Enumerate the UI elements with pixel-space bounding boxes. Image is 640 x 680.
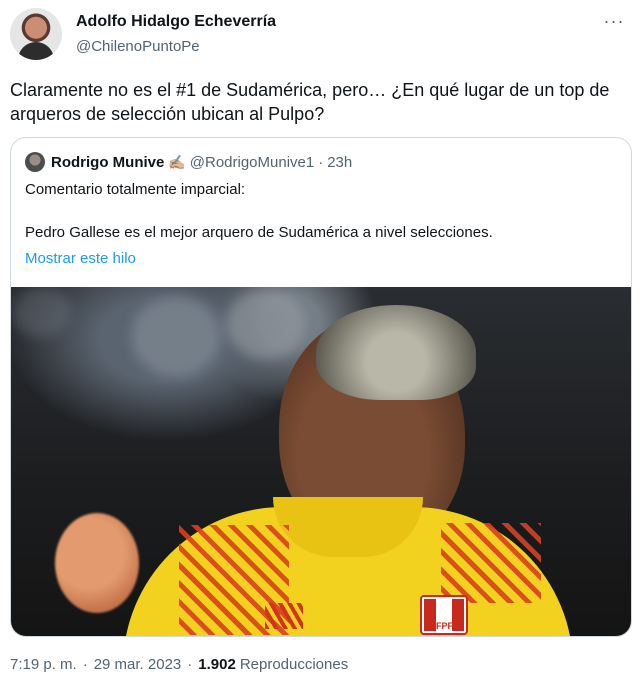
- views-count: 1.902: [198, 656, 236, 673]
- quoted-author-avatar: [25, 152, 45, 172]
- quoted-author-name: Rodrigo Munive: [51, 153, 165, 171]
- post-time[interactable]: 7:19 p. m.: [10, 656, 77, 673]
- tweet: Adolfo Hidalgo Echeverría @ChilenoPuntoP…: [0, 0, 640, 680]
- orange-ball-blur: [55, 513, 139, 613]
- more-icon[interactable]: ···: [602, 12, 626, 34]
- author-handle[interactable]: @ChilenoPuntoPe: [76, 38, 200, 55]
- writing-hand-emoji: ✍🏼: [168, 153, 186, 170]
- quoted-tweet[interactable]: Rodrigo Munive ✍🏼 @RodrigoMunive1 · 23h …: [10, 137, 632, 637]
- quoted-text-line-2: Pedro Gallese es el mejor arquero de Sud…: [25, 224, 493, 241]
- tweet-footer: 7:19 p. m. · 29 mar. 2023 · 1.902 Reprod…: [10, 656, 348, 673]
- background-light: [11, 287, 71, 337]
- views-label: Reproducciones: [239, 656, 349, 673]
- brand-logo: [265, 603, 303, 629]
- quoted-tweet-photo[interactable]: FPF: [11, 287, 631, 636]
- federation-crest: FPF: [420, 595, 468, 635]
- separator-dot: ·: [187, 656, 193, 673]
- player-hair: [316, 305, 476, 400]
- quoted-tweet-header: Rodrigo Munive ✍🏼 @RodrigoMunive1 · 23h: [25, 151, 352, 173]
- jersey-stripes-right: [441, 523, 541, 603]
- post-date[interactable]: 29 mar. 2023: [94, 656, 182, 673]
- quoted-author-handle: @RodrigoMunive1: [189, 153, 315, 171]
- background-light: [226, 289, 306, 359]
- background-light: [131, 297, 221, 377]
- author-avatar[interactable]: [10, 8, 62, 60]
- quoted-tweet-time: 23h: [327, 153, 353, 171]
- author-name[interactable]: Adolfo Hidalgo Echeverría: [76, 13, 276, 31]
- tweet-text: Claramente no es el #1 de Sudamérica, pe…: [10, 80, 610, 124]
- crest-text: FPF: [436, 621, 453, 631]
- show-thread-link[interactable]: Mostrar este hilo: [25, 250, 136, 267]
- tweet-header: Adolfo Hidalgo Echeverría @ChilenoPuntoP…: [10, 8, 630, 62]
- quoted-text-line-1: Comentario totalmente imparcial:: [25, 181, 246, 198]
- separator-dot: ·: [318, 153, 324, 171]
- separator-dot: ·: [82, 656, 88, 673]
